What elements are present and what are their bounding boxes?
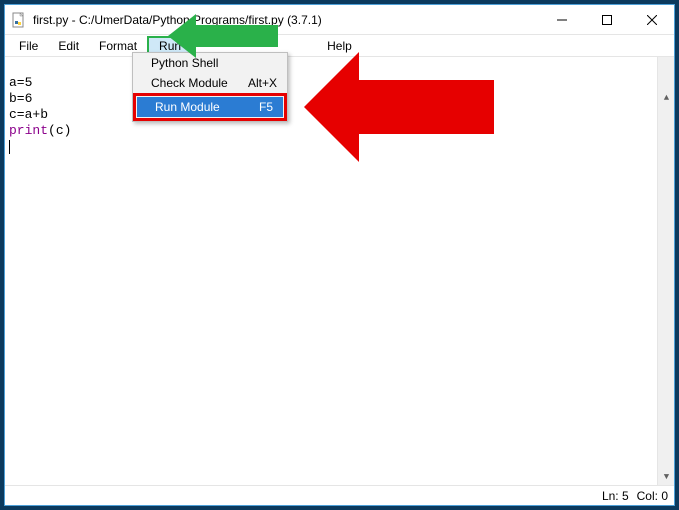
status-line: Ln: 5: [602, 489, 629, 503]
menu-item-python-shell[interactable]: Python Shell: [133, 53, 287, 73]
scroll-up-icon[interactable]: ▲: [658, 89, 675, 106]
window-title: first.py - C:/UmerData/Python Programs/f…: [33, 13, 539, 27]
idle-window: first.py - C:/UmerData/Python Programs/f…: [4, 4, 675, 506]
code-line-1: a=5: [9, 75, 32, 90]
code-keyword-print: print: [9, 123, 48, 138]
menu-item-check-module[interactable]: Check Module Alt+X: [133, 73, 287, 93]
vertical-scrollbar[interactable]: ▲ ▼: [657, 57, 674, 485]
titlebar: first.py - C:/UmerData/Python Programs/f…: [5, 5, 674, 35]
menu-help[interactable]: Help: [317, 37, 362, 55]
run-module-label: Run Module: [155, 100, 220, 114]
text-cursor: [9, 140, 10, 154]
code-line-4-rest: (c): [48, 123, 71, 138]
menu-edit[interactable]: Edit: [48, 37, 89, 55]
check-module-shortcut: Alt+X: [248, 76, 277, 90]
run-module-shortcut: F5: [259, 100, 273, 114]
menu-item-run-module[interactable]: Run Module F5: [137, 97, 283, 117]
check-module-label: Check Module: [151, 76, 228, 90]
run-module-highlight-box: Run Module F5: [133, 93, 287, 121]
close-button[interactable]: [629, 5, 674, 34]
code-editor[interactable]: a=5 b=6 c=a+b print(c) ▲ ▼: [5, 57, 674, 485]
scroll-down-icon[interactable]: ▼: [658, 468, 675, 485]
statusbar: Ln: 5 Col: 0: [5, 485, 674, 505]
run-menu-dropdown: Python Shell Check Module Alt+X Run Modu…: [132, 52, 288, 122]
code-line-3: c=a+b: [9, 107, 48, 122]
status-col: Col: 0: [637, 489, 668, 503]
python-shell-label: Python Shell: [151, 56, 218, 70]
menubar: File Edit Format Run Options Window Help: [5, 35, 674, 57]
code-line-2: b=6: [9, 91, 32, 106]
python-file-icon: [11, 12, 27, 28]
menu-file[interactable]: File: [9, 37, 48, 55]
window-controls: [539, 5, 674, 34]
minimize-button[interactable]: [539, 5, 584, 34]
maximize-button[interactable]: [584, 5, 629, 34]
